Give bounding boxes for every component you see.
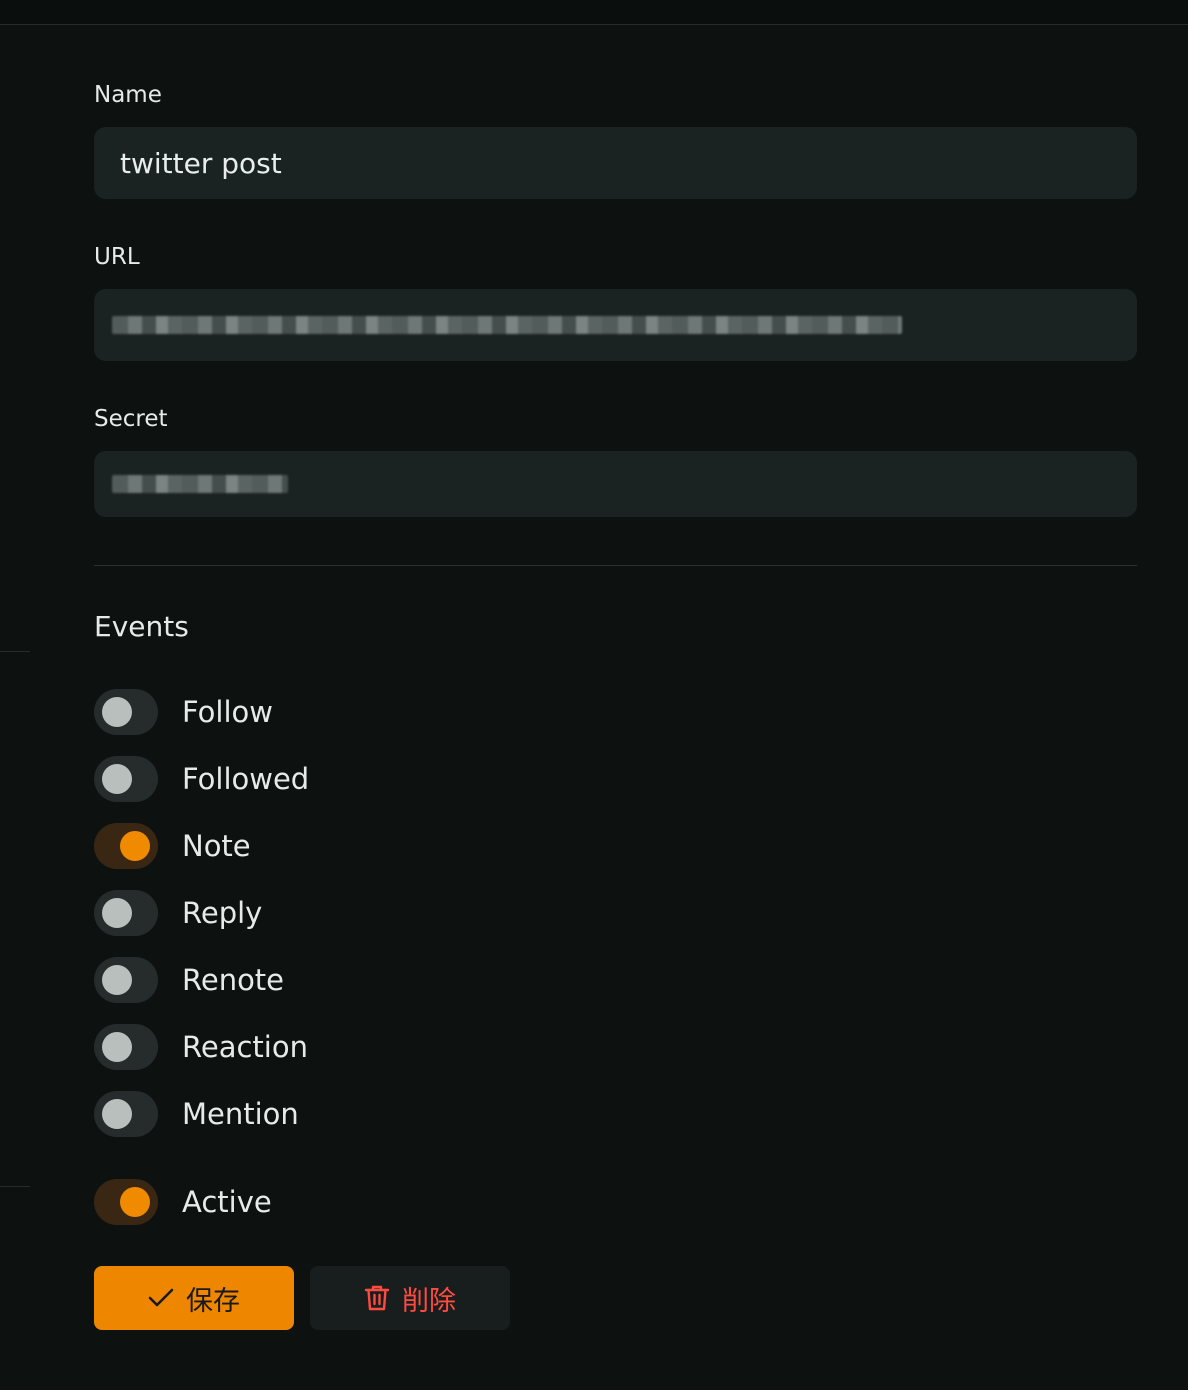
toggle-label: Followed xyxy=(182,762,310,796)
toggle-reaction[interactable]: Reaction xyxy=(94,1024,308,1070)
switch[interactable] xyxy=(94,689,158,735)
toggle-label: Renote xyxy=(182,963,285,997)
check-icon xyxy=(148,1288,174,1308)
secret-input[interactable] xyxy=(94,451,1137,517)
toggle-reply[interactable]: Reply xyxy=(94,890,262,936)
events-title: Events xyxy=(94,610,189,643)
delete-label: 削除 xyxy=(402,1285,456,1317)
toggle-label: Mention xyxy=(182,1097,299,1131)
toggle-active[interactable]: Active xyxy=(94,1179,272,1225)
name-label: Name xyxy=(94,82,162,108)
switch[interactable] xyxy=(94,823,158,869)
toggle-renote[interactable]: Renote xyxy=(94,957,284,1003)
switch-knob xyxy=(102,697,132,727)
switch-knob xyxy=(102,965,132,995)
trash-icon xyxy=(364,1284,390,1312)
top-bar xyxy=(0,0,1188,25)
toggle-followed[interactable]: Followed xyxy=(94,756,309,802)
switch-knob xyxy=(102,898,132,928)
secret-label: Secret xyxy=(94,406,168,432)
switch[interactable] xyxy=(94,1179,158,1225)
switch[interactable] xyxy=(94,756,158,802)
switch-knob xyxy=(120,1187,150,1217)
toggle-note[interactable]: Note xyxy=(94,823,251,869)
toggle-label: Active xyxy=(182,1185,272,1219)
delete-button[interactable]: 削除 xyxy=(310,1266,510,1330)
switch-knob xyxy=(120,831,150,861)
toggle-label: Note xyxy=(182,829,251,863)
switch-knob xyxy=(102,764,132,794)
switch[interactable] xyxy=(94,957,158,1003)
toggle-follow[interactable]: Follow xyxy=(94,689,273,735)
name-input[interactable] xyxy=(94,127,1137,199)
sidebar-divider xyxy=(0,1186,30,1187)
url-label: URL xyxy=(94,244,140,270)
save-button[interactable]: 保存 xyxy=(94,1266,294,1330)
switch[interactable] xyxy=(94,1091,158,1137)
toggle-label: Follow xyxy=(182,695,273,729)
switch-knob xyxy=(102,1099,132,1129)
switch[interactable] xyxy=(94,1024,158,1070)
url-input[interactable] xyxy=(94,289,1137,361)
section-divider xyxy=(94,565,1137,566)
toggle-mention[interactable]: Mention xyxy=(94,1091,299,1137)
save-label: 保存 xyxy=(186,1285,240,1317)
redacted-secret-value xyxy=(112,475,288,493)
toggle-label: Reply xyxy=(182,896,263,930)
redacted-url-value xyxy=(112,316,902,334)
switch-knob xyxy=(102,1032,132,1062)
switch[interactable] xyxy=(94,890,158,936)
toggle-label: Reaction xyxy=(182,1030,308,1064)
sidebar-divider xyxy=(0,651,30,652)
